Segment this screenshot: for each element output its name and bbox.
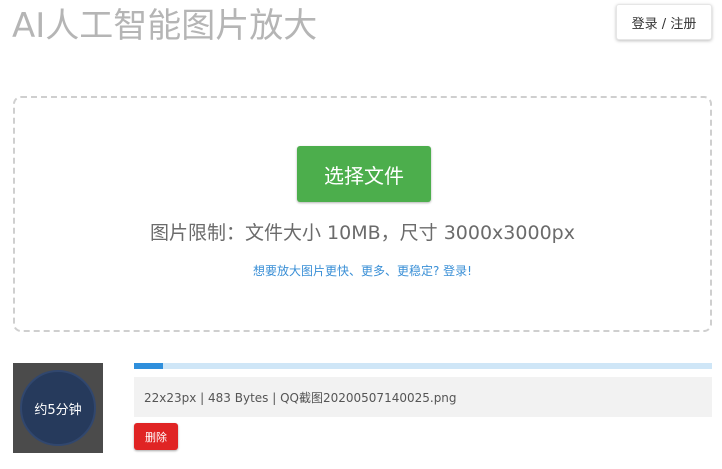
- file-info: 22x23px | 483 Bytes | QQ截图20200507140025…: [134, 377, 712, 417]
- eta-label: 约5分钟: [34, 402, 82, 418]
- login-prompt-link[interactable]: 想要放大图片更快、更多、更稳定? 登录!: [15, 262, 710, 279]
- login-register-button[interactable]: 登录 / 注册: [616, 4, 712, 40]
- page-title: AI人工智能图片放大: [12, 6, 318, 46]
- delete-button[interactable]: 删除: [134, 423, 178, 450]
- choose-file-button[interactable]: 选择文件: [297, 146, 431, 202]
- eta-badge: 约5分钟: [20, 370, 96, 446]
- upload-drop-zone[interactable]: 选择文件 图片限制：文件大小 10MB，尺寸 3000x3000px 想要放大图…: [13, 96, 712, 332]
- file-thumbnail: 约5分钟: [13, 363, 103, 453]
- image-limit-text: 图片限制：文件大小 10MB，尺寸 3000x3000px: [150, 222, 575, 244]
- upload-progress-bar: [134, 363, 712, 369]
- page: AI人工智能图片放大 登录 / 注册 选择文件 图片限制：文件大小 10MB，尺…: [0, 0, 722, 469]
- upload-progress-fill: [134, 363, 163, 369]
